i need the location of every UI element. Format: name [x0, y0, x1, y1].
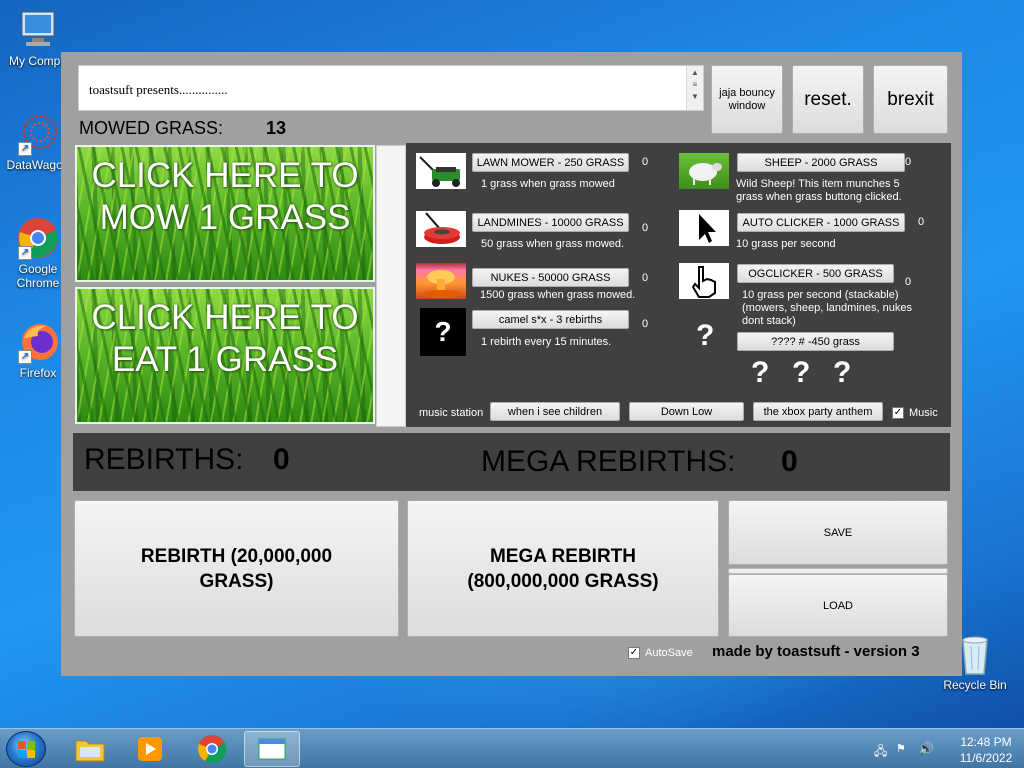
panel-scrollbar[interactable] — [376, 145, 406, 427]
taskbar-game-window[interactable] — [244, 731, 300, 767]
start-button[interactable] — [6, 731, 46, 767]
firefox-icon: ↗ — [16, 320, 60, 364]
lawn-mower-desc: 1 grass when grass mowed — [481, 178, 615, 190]
buy-auto-clicker-button[interactable]: AUTO CLICKER - 1000 GRASS — [737, 213, 905, 232]
music-checkbox[interactable]: ✓ Music — [892, 407, 938, 419]
shortcut-arrow-icon: ↗ — [18, 246, 32, 260]
mowed-grass-value: 13 — [266, 118, 287, 138]
mystery-item-icon: ? — [696, 319, 715, 352]
taskbar-explorer[interactable] — [62, 731, 118, 767]
lawn-mower-icon — [416, 153, 466, 189]
cursor-arrow-icon — [679, 210, 729, 246]
question-mark-3: ? — [833, 356, 852, 389]
computer-icon — [16, 8, 60, 52]
buy-sheep-button[interactable]: SHEEP - 2000 GRASS — [737, 153, 905, 172]
checkbox-check-icon: ✓ — [628, 647, 640, 659]
scroll-up-icon[interactable]: ▲ — [687, 68, 703, 77]
hand-cursor-icon — [679, 263, 729, 299]
rebirth-panel: REBIRTHS: 0 MEGA REBIRTHS: 0 — [73, 433, 950, 491]
chrome-icon — [198, 735, 227, 764]
buy-ogclicker-button[interactable]: OGCLICKER - 500 GRASS — [737, 264, 894, 283]
nukes-desc: 1500 grass when grass mowed. — [480, 289, 636, 301]
music-station-label: music station — [419, 407, 484, 419]
music-track-3-button[interactable]: the xbox party anthem — [753, 402, 883, 421]
landmines-desc: 50 grass when grass mowed. — [481, 238, 625, 250]
clock-time: 12:48 PM — [960, 735, 1012, 749]
media-player-icon — [138, 737, 162, 761]
save-button[interactable]: SAVE — [728, 500, 948, 565]
buy-nukes-button[interactable]: NUKES - 50000 GRASS — [472, 268, 629, 287]
sheep-icon — [679, 153, 729, 189]
taskbar-chrome[interactable] — [184, 731, 240, 767]
camel-desc: 1 rebirth every 15 minutes. — [481, 336, 612, 348]
clock-date: 11/6/2022 — [959, 751, 1013, 765]
ogclicker-desc: 10 grass per second (stackable) (mowers,… — [742, 289, 912, 327]
load-button[interactable]: LOAD — [728, 574, 948, 637]
scroll-thumb-icon[interactable]: ≡ — [687, 80, 703, 89]
windows-logo-icon — [18, 741, 35, 758]
system-tray: 🖧 ⚑ 🔊 12:48 PM 11/6/2022 — [866, 729, 1016, 768]
scroll-down-icon[interactable]: ▼ — [687, 92, 703, 101]
mega-rebirths-label: MEGA REBIRTHS: — [481, 445, 736, 478]
log-textbox[interactable]: toastsuft presents............... ▲ ≡ ▼ — [78, 65, 704, 111]
auto-clicker-desc: 10 grass per second — [736, 238, 836, 250]
checkbox-check-icon: ✓ — [892, 407, 904, 419]
shortcut-arrow-icon: ↗ — [18, 142, 32, 156]
nukes-count: 0 — [642, 272, 649, 284]
credit-text: made by toastsuft - version 3 — [712, 643, 920, 660]
music-track-2-button[interactable]: Down Low — [629, 402, 744, 421]
log-text: toastsuft presents............... — [89, 82, 228, 97]
chrome-icon: ↗ — [16, 216, 60, 260]
question-mark-2: ? — [792, 356, 811, 389]
mowed-grass-label: MOWED GRASS: — [79, 118, 224, 138]
shop-panel: LAWN MOWER - 250 GRASS 0 1 grass when gr… — [406, 143, 951, 427]
rebirths-value: 0 — [273, 443, 290, 476]
folder-icon — [75, 740, 105, 762]
question-icon: ? — [420, 308, 466, 356]
rebirths-label: REBIRTHS: — [84, 443, 244, 476]
landmines-count: 0 — [642, 222, 649, 234]
desktop-icon-label: Recycle Bin — [943, 678, 1007, 692]
window-icon — [258, 738, 286, 760]
volume-icon[interactable]: 🔊 — [918, 741, 934, 757]
bouncy-window-button[interactable]: jaja bouncy window — [711, 65, 783, 134]
game-window: toastsuft presents............... ▲ ≡ ▼ … — [61, 52, 962, 676]
music-checkbox-label: Music — [909, 407, 938, 419]
taskbar-media-player[interactable] — [122, 731, 178, 767]
music-track-1-button[interactable]: when i see children — [490, 402, 620, 421]
reset-button[interactable]: reset. — [792, 65, 864, 134]
auto-clicker-count: 0 — [918, 216, 925, 228]
sheep-desc: Wild Sheep! This item munches 5 grass wh… — [736, 178, 902, 203]
action-center-icon[interactable]: ⚑ — [896, 742, 910, 756]
exit-button[interactable]: brexit — [873, 65, 948, 134]
mow-grass-button[interactable]: CLICK HERE TO MOW 1 GRASS — [75, 145, 375, 282]
buy-landmines-button[interactable]: LANDMINES - 10000 GRASS — [472, 213, 629, 232]
mega-rebirth-button[interactable]: MEGA REBIRTH (800,000,000 GRASS) — [407, 500, 719, 637]
autosave-checkbox[interactable]: ✓ AutoSave — [628, 647, 693, 659]
buy-camel-button[interactable]: camel s*x - 3 rebirths — [472, 310, 629, 329]
datawagon-icon: ↗ — [16, 112, 60, 156]
buy-mystery-button[interactable]: ???? # -450 grass — [737, 332, 894, 351]
explosion-icon — [416, 263, 466, 299]
clock[interactable]: 12:48 PM 11/6/2022 — [956, 734, 1016, 766]
taskbar: 🖧 ⚑ 🔊 12:48 PM 11/6/2022 — [0, 728, 1024, 768]
lawn-mower-count: 0 — [642, 156, 649, 168]
landmine-icon — [416, 211, 466, 247]
ogclicker-count: 0 — [905, 276, 912, 288]
network-icon[interactable]: 🖧 — [874, 742, 888, 758]
autosave-label: AutoSave — [645, 647, 693, 659]
question-mark-1: ? — [751, 356, 770, 389]
shortcut-arrow-icon: ↗ — [18, 350, 32, 364]
buy-lawn-mower-button[interactable]: LAWN MOWER - 250 GRASS — [472, 153, 629, 172]
camel-count: 0 — [642, 318, 649, 330]
mega-rebirths-value: 0 — [781, 445, 798, 478]
rebirth-button[interactable]: REBIRTH (20,000,000 GRASS) — [74, 500, 399, 637]
eat-grass-button[interactable]: CLICK HERE TO EAT 1 GRASS — [75, 287, 375, 424]
sheep-count: 0 — [905, 156, 912, 168]
log-scrollbar[interactable]: ▲ ≡ ▼ — [686, 66, 703, 110]
